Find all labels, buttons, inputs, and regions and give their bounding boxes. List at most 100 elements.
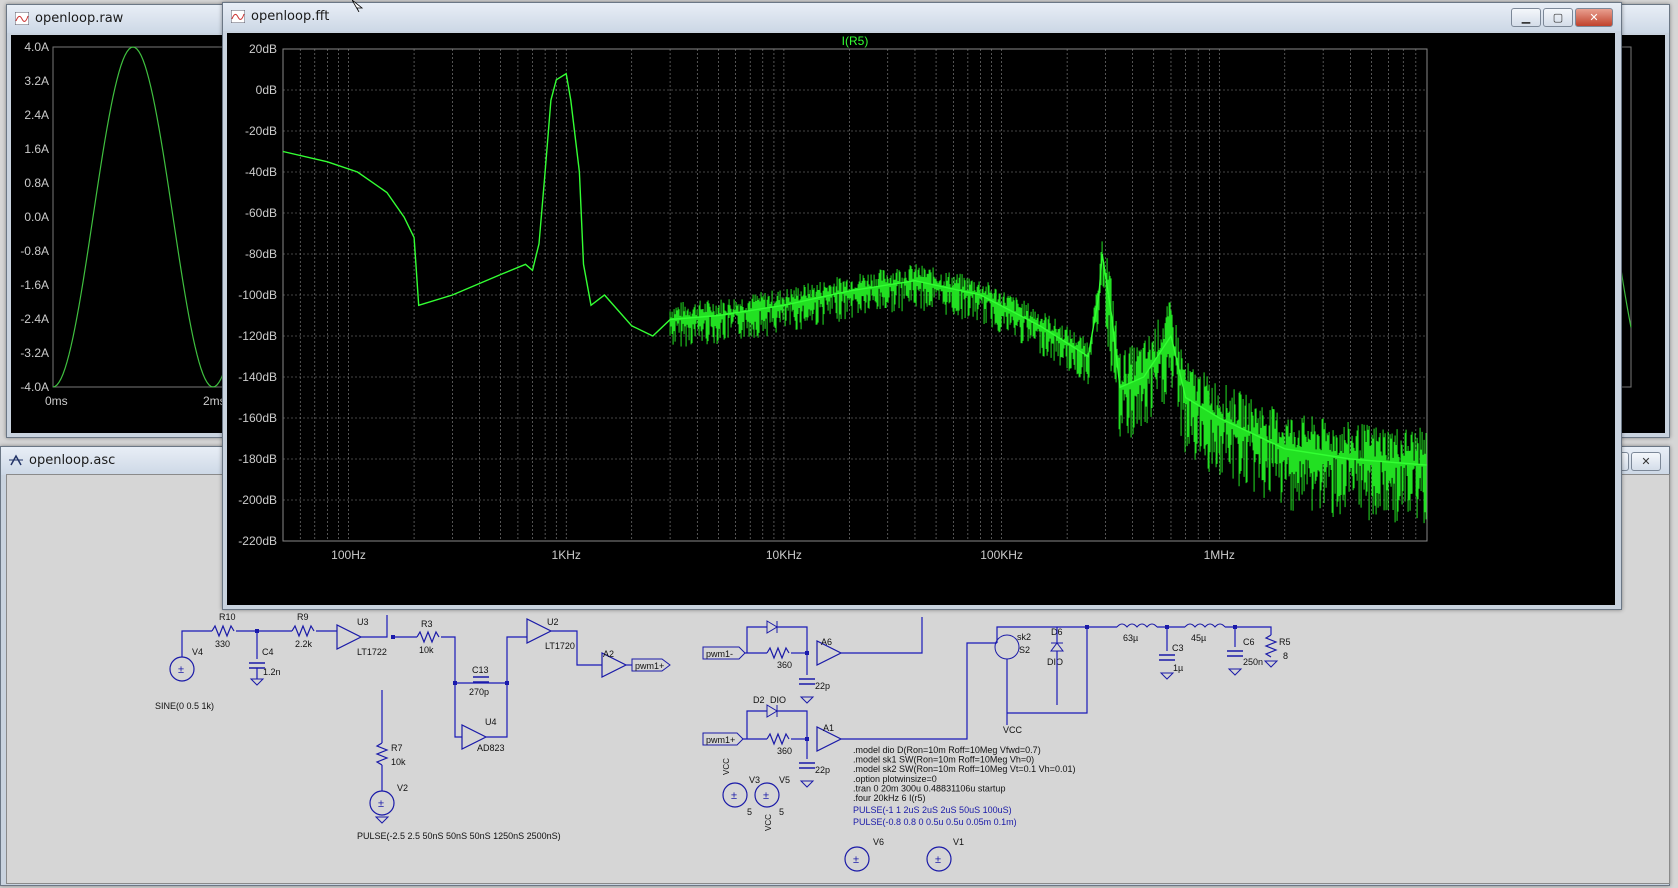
raw-y-tick-label: -4.0A: [20, 380, 49, 394]
raw-y-tick-label: 3.2A: [24, 74, 49, 88]
ground-symbol: [374, 816, 390, 824]
label-v1: V1: [953, 837, 964, 847]
label-r3: R3: [421, 619, 433, 629]
fft-y-tick-label: -120dB: [238, 329, 277, 343]
capacitor-22p-a: [799, 678, 815, 685]
label-c3v: 1µ: [1173, 663, 1183, 673]
diode-d6: [1050, 642, 1064, 652]
label-v5: V5: [779, 775, 790, 785]
fft-y-tick-label: -100dB: [238, 288, 277, 302]
raw-y-tick-label: 1.6A: [24, 142, 49, 156]
label-r3v: 10k: [419, 645, 434, 655]
wire: [441, 636, 456, 683]
fft-x-tick-label: 1KHz: [552, 548, 581, 562]
label-l45: 45µ: [1191, 633, 1206, 643]
fft-y-tick-label: -60dB: [245, 206, 277, 220]
junction-dot: [1085, 625, 1089, 629]
fft-y-tick-label: -180dB: [238, 452, 277, 466]
label-vcc-v3: VCC: [722, 758, 731, 775]
close-button[interactable]: ✕: [1575, 8, 1613, 27]
spice-directive: .option plotwinsize=0: [853, 774, 937, 784]
switch-s2: [994, 634, 1020, 660]
label-u4: U4: [485, 717, 497, 727]
label-c4: C4: [262, 647, 274, 657]
label-r360b: 360: [777, 746, 792, 756]
fft-plot-area[interactable]: I(R5) 20dB 0dB -20dB -40dB -60dB -80dB -100dB -1…: [227, 33, 1615, 605]
ground-symbol: [799, 780, 815, 788]
ground-symbol: [799, 696, 815, 704]
label-sk2: sk2: [1017, 632, 1031, 642]
label-r9: R9: [297, 612, 309, 622]
fft-titlebar[interactable]: openloop.fft ▁ ▢ ✕: [223, 3, 1621, 31]
spice-directive: .tran 0 20m 300u 0.48831106u startup: [853, 783, 1005, 793]
fft-y-tick-label: -40dB: [245, 165, 277, 179]
label-vcc-v5: VCC: [764, 814, 773, 831]
raw-y-tick-label: 4.0A: [24, 40, 49, 54]
inductor-45u: [1184, 623, 1226, 628]
fft-y-tick-label: -220dB: [238, 534, 277, 548]
wire: [454, 683, 462, 738]
fft-plot: I(R5) 20dB 0dB -20dB -40dB -60dB -80dB -100dB -1…: [238, 34, 1428, 562]
wire-power: [996, 626, 1088, 714]
fft-x-tick-label: 100Hz: [331, 548, 366, 562]
fft-chart-title: I(R5): [842, 34, 869, 48]
label-c6: C6: [1243, 637, 1255, 647]
raw-y-tick-label: 2.4A: [24, 108, 49, 122]
minimize-button[interactable]: ▁: [1511, 8, 1541, 27]
fft-window[interactable]: openloop.fft ▁ ▢ ✕ I(R5) 20dB 0dB -20dB -40d…: [222, 2, 1622, 610]
diode-d2: [766, 704, 778, 718]
source-v3-sign: ±: [731, 790, 737, 802]
fft-noise-floor: [669, 241, 1427, 524]
label-c6v: 250n: [1243, 657, 1263, 667]
fft-window-buttons: ▁ ▢ ✕: [1511, 8, 1613, 27]
label-c13v: 270p: [469, 687, 489, 697]
label-r9v: 2.2k: [295, 639, 313, 649]
resistor-r9: [291, 624, 315, 638]
label-u2: U2: [547, 617, 559, 627]
fft-y-tick-label: -140dB: [238, 370, 277, 384]
label-r360a: 360: [777, 660, 792, 670]
mouse-cursor-icon: [352, 0, 364, 12]
label-a1: A1: [823, 723, 834, 733]
schematic-app-icon: [9, 454, 23, 466]
raw-y-tick-label: -0.8A: [20, 244, 49, 258]
capacitor-c13: [473, 676, 489, 683]
raw-x-tick-label: 0ms: [45, 394, 68, 408]
waveform-app-icon: [231, 10, 245, 23]
wire: [1225, 626, 1272, 635]
spice-directive: .model dio D(Ron=10m Roff=10Meg Vfwd=0.7…: [853, 745, 1041, 755]
wire: [506, 636, 527, 683]
source-v2-sign: ±: [378, 798, 384, 810]
source-v6-sign: ±: [853, 854, 859, 866]
asc-close-button[interactable]: ✕: [1631, 452, 1661, 471]
raw-y-tick-label: 0.8A: [24, 176, 49, 190]
waveform-app-icon: [15, 12, 29, 25]
label-c3: C3: [1172, 643, 1184, 653]
spice-directive: .four 20kHz 6 I(r5): [853, 793, 926, 803]
label-v3v: 5: [747, 807, 752, 817]
resistor-360a: [766, 646, 790, 660]
wire: [777, 626, 808, 653]
fft-series-line: [282, 72, 1428, 466]
spice-directive: .model sk2 SW(Ron=10m Roff=10Meg Vt=0.1 …: [853, 764, 1075, 774]
wire: [746, 710, 767, 739]
maximize-button[interactable]: ▢: [1543, 8, 1573, 27]
label-c22a: 22p: [815, 681, 830, 691]
resistor-360b: [766, 732, 790, 746]
label-sine: SINE(0 0.5 1k): [155, 701, 214, 711]
fft-x-tick-label: 100KHz: [980, 548, 1023, 562]
label-r7: R7: [391, 743, 403, 753]
resistor-r10: [211, 624, 235, 638]
label-d2: D2: [753, 695, 765, 705]
pulse-directive: PULSE(-0.8 0.8 0 0.5u 0.5u 0.05m 0.1m): [853, 817, 1017, 827]
label-a6: A6: [821, 637, 832, 647]
label-r5v: 8: [1283, 651, 1288, 661]
ground-symbol: [1227, 668, 1243, 676]
raw-y-tick-label: -1.6A: [20, 278, 49, 292]
resistor-r3: [416, 630, 440, 644]
label-pwm1p: pwm1+: [635, 661, 664, 671]
fft-y-tick-label: -200dB: [238, 493, 277, 507]
wire-a6-out: [841, 617, 923, 654]
label-u3: U3: [357, 617, 369, 627]
label-dio: DIO: [770, 695, 786, 705]
